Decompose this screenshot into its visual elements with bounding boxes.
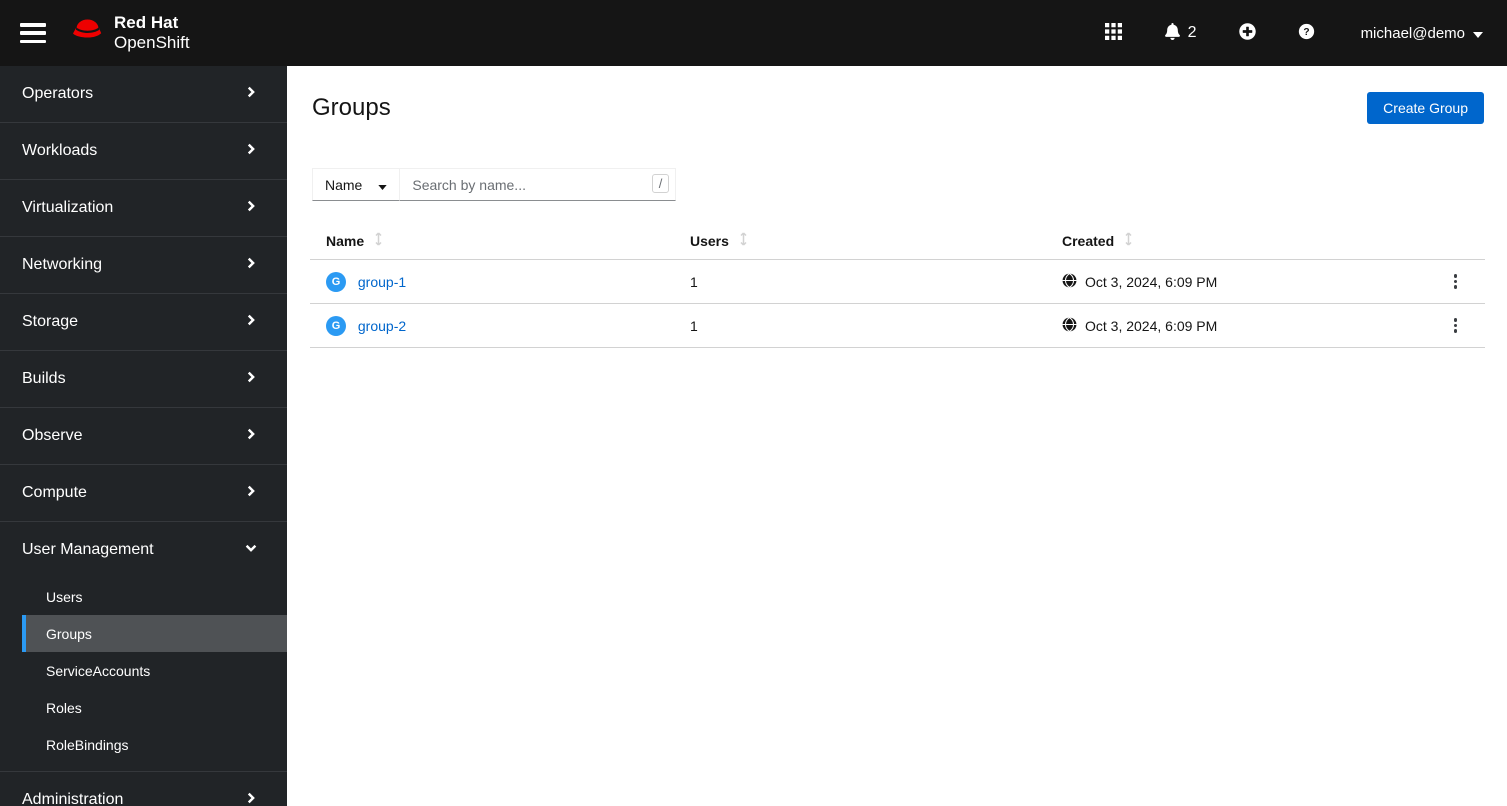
chevron-right-icon (246, 791, 257, 806)
created-timestamp: Oct 3, 2024, 6:09 PM (1085, 317, 1218, 334)
sidebar-item-compute[interactable]: Compute (0, 465, 287, 521)
sidebar-item-storage[interactable]: Storage (0, 294, 287, 350)
brand-product: OpenShift (114, 33, 190, 52)
group-resource-icon: G (326, 315, 346, 336)
sidebar-item-label: Workloads (22, 142, 98, 159)
table-row: G group-1 1 Oct 3, 2024, 6:09 PM (310, 259, 1485, 304)
user-menu-button[interactable]: michael@demo (1361, 25, 1483, 42)
masthead-actions: 2 ? michael@demo (1091, 15, 1483, 51)
sidebar-item-virtualization[interactable]: Virtualization (0, 180, 287, 236)
sidebar-item-operators[interactable]: Operators (0, 66, 287, 122)
sidebar-item-label: Operators (22, 85, 94, 102)
plus-circle-icon (1238, 23, 1256, 43)
question-circle-icon: ? (1298, 23, 1315, 43)
column-header-name: Name (326, 232, 365, 249)
search-input[interactable] (400, 168, 677, 201)
notification-count: 2 (1187, 24, 1197, 41)
sidebar-item-user-management[interactable]: User Management (0, 522, 287, 578)
filter-toolbar: Name / (312, 168, 1507, 201)
chevron-right-icon (246, 484, 257, 502)
search-field-wrap: / (400, 168, 677, 201)
sort-by-users-button[interactable]: Users (690, 232, 748, 249)
chevron-right-icon (246, 199, 257, 217)
chevron-right-icon (246, 85, 257, 103)
groups-table: Name Users Created G group-1 1 Oct 3, 20… (310, 222, 1485, 348)
column-header-created: Created (1062, 232, 1115, 249)
sidebar-item-label: Virtualization (22, 199, 114, 216)
sidebar-item-label: Networking (22, 256, 103, 273)
page-header: Groups Create Group (287, 66, 1507, 124)
group-resource-icon: G (326, 271, 346, 292)
row-kebab-menu-button[interactable] (1446, 268, 1466, 295)
sort-icon (739, 232, 748, 249)
sidebar-item-label: User Management (22, 541, 154, 558)
caret-down-icon (378, 177, 388, 193)
sidebar-nav: Operators Workloads Virtualization Netwo… (0, 66, 287, 806)
group-link[interactable]: group-1 (358, 274, 406, 290)
app-launcher-button[interactable] (1091, 15, 1136, 51)
globe-icon (1062, 316, 1077, 335)
masthead: Red Hat OpenShift 2 ? michael@demo (0, 0, 1507, 66)
redhat-fedora-icon (70, 16, 108, 51)
sort-by-name-button[interactable]: Name (326, 232, 383, 249)
column-header-users: Users (690, 232, 729, 249)
globe-icon (1062, 272, 1077, 291)
users-count: 1 (690, 273, 698, 290)
created-timestamp: Oct 3, 2024, 6:09 PM (1085, 273, 1218, 290)
page-title: Groups (312, 94, 391, 121)
chevron-right-icon (246, 256, 257, 274)
chevron-right-icon (246, 370, 257, 388)
bell-icon (1164, 23, 1181, 43)
group-link[interactable]: group-2 (358, 318, 406, 334)
main-content: Groups Create Group Name / Name (287, 66, 1507, 806)
brand-logo: Red Hat OpenShift (70, 13, 190, 52)
sidebar-item-label: Observe (22, 427, 83, 444)
sidebar-item-serviceaccounts[interactable]: ServiceAccounts (0, 652, 287, 689)
svg-text:?: ? (1303, 27, 1309, 38)
nav-toggle-button[interactable] (20, 23, 46, 43)
sidebar-item-label: Administration (22, 791, 124, 806)
sidebar-item-workloads[interactable]: Workloads (0, 123, 287, 179)
username: michael@demo (1360, 24, 1465, 42)
sidebar-item-administration[interactable]: Administration (0, 772, 287, 806)
import-yaml-button[interactable] (1225, 15, 1270, 51)
sort-by-created-button[interactable]: Created (1062, 232, 1133, 249)
chevron-down-icon (245, 541, 257, 559)
help-button[interactable]: ? (1284, 15, 1329, 51)
filter-attribute-dropdown[interactable]: Name (312, 168, 401, 201)
sidebar-item-label: Compute (22, 484, 87, 501)
sidebar-item-users[interactable]: Users (0, 578, 287, 615)
user-management-subnav: Users Groups ServiceAccounts Roles RoleB… (0, 578, 287, 771)
table-row: G group-2 1 Oct 3, 2024, 6:09 PM (310, 303, 1485, 348)
create-group-button[interactable]: Create Group (1367, 92, 1484, 124)
sort-icon (1124, 232, 1133, 249)
sort-icon (374, 232, 383, 249)
sidebar-item-rolebindings[interactable]: RoleBindings (0, 726, 287, 763)
keyboard-shortcut-hint: / (651, 174, 670, 193)
notifications-button[interactable]: 2 (1150, 15, 1211, 51)
row-kebab-menu-button[interactable] (1446, 312, 1466, 339)
users-count: 1 (690, 317, 698, 334)
sidebar-item-builds[interactable]: Builds (0, 351, 287, 407)
sidebar-item-groups[interactable]: Groups (22, 615, 287, 652)
filter-attribute-label: Name (325, 176, 363, 193)
sidebar-item-label: Storage (22, 313, 79, 330)
table-header-row: Name Users Created (310, 222, 1485, 260)
sidebar-item-label: Builds (22, 370, 66, 387)
apps-grid-icon (1104, 23, 1122, 43)
sidebar-item-observe[interactable]: Observe (0, 408, 287, 464)
chevron-right-icon (246, 142, 257, 160)
brand-name: Red Hat (114, 13, 179, 33)
sidebar-item-networking[interactable]: Networking (0, 237, 287, 293)
sidebar-item-roles[interactable]: Roles (0, 689, 287, 726)
chevron-right-icon (246, 313, 257, 331)
caret-down-icon (1473, 25, 1483, 42)
chevron-right-icon (246, 427, 257, 445)
